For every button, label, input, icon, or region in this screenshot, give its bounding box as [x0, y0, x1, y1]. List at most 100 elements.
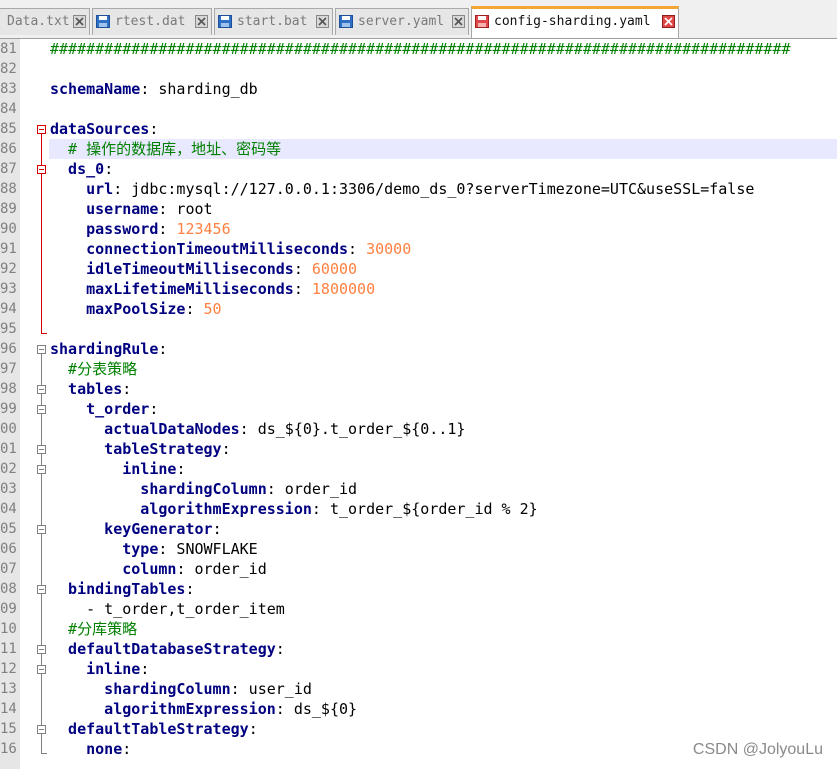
fold-toggle-icon[interactable] — [37, 525, 46, 534]
code-text: schemaName: sharding_db — [50, 79, 258, 99]
yaml-value: : — [104, 160, 114, 178]
tab-config-sharding-yaml[interactable]: config-sharding.yaml — [471, 6, 679, 38]
code-line[interactable]: 03 shardingColumn: order_id — [0, 479, 837, 499]
yaml-value: : — [140, 660, 150, 678]
line-number: 06 — [0, 541, 16, 557]
code-line[interactable]: 90 password: 123456 — [0, 219, 837, 239]
code-text: username: root — [50, 199, 212, 219]
code-line[interactable]: 01 tableStrategy: — [0, 439, 837, 459]
code-text: maxPoolSize: 50 — [50, 299, 221, 319]
code-line[interactable]: 14 algorithmExpression: ds_${0} — [0, 699, 837, 719]
code-line[interactable]: 83 schemaName: sharding_db — [0, 79, 837, 99]
tab-data-txt[interactable]: Data.txt — [0, 8, 90, 35]
tab-start-bat[interactable]: start.bat — [214, 8, 333, 35]
close-icon[interactable] — [195, 15, 208, 28]
code-line[interactable]: 08 bindingTables: — [0, 579, 837, 599]
yaml-key: column — [50, 560, 177, 578]
code-text: none: — [50, 739, 131, 759]
yaml-value: : — [221, 440, 231, 458]
fold-toggle-icon[interactable] — [37, 645, 46, 654]
close-icon[interactable] — [316, 15, 329, 28]
yaml-value: : — [176, 460, 186, 478]
line-number: 01 — [0, 441, 16, 457]
code-line[interactable]: 09 - t_order,t_order_item — [0, 599, 837, 619]
code-line[interactable]: 12 inline: — [0, 659, 837, 679]
close-icon[interactable] — [73, 15, 86, 28]
code-text: tables: — [50, 379, 131, 399]
unsaved-file-icon — [475, 15, 489, 28]
yaml-key: tables — [50, 380, 123, 398]
line-number: 89 — [0, 201, 16, 217]
code-line[interactable]: 87 ds_0: — [0, 159, 837, 179]
code-line[interactable]: 06 type: SNOWFLAKE — [0, 539, 837, 559]
yaml-key: username — [50, 200, 159, 218]
fold-toggle-icon[interactable] — [37, 125, 46, 134]
save-file-icon — [96, 15, 110, 28]
line-number: 05 — [0, 521, 16, 537]
code-line[interactable]: 93 maxLifetimeMilliseconds: 1800000 — [0, 279, 837, 299]
code-line[interactable]: 84 — [0, 99, 837, 119]
code-text: shardingRule: — [50, 339, 167, 359]
yaml-key: algorithmExpression — [50, 700, 276, 718]
code-line[interactable]: 95 — [0, 319, 837, 339]
fold-toggle-icon[interactable] — [37, 405, 46, 414]
fold-toggle-icon[interactable] — [37, 445, 46, 454]
code-line[interactable]: 15 defaultTableStrategy: — [0, 719, 837, 739]
yaml-key: schemaName — [50, 80, 141, 98]
fold-toggle-icon[interactable] — [37, 585, 46, 594]
code-line[interactable]: 96 shardingRule: — [0, 339, 837, 359]
code-line[interactable]: 02 inline: — [0, 459, 837, 479]
code-line[interactable]: 05 keyGenerator: — [0, 519, 837, 539]
code-line[interactable]: 00 actualDataNodes: ds_${0}.t_order_${0.… — [0, 419, 837, 439]
fold-toggle-icon[interactable] — [37, 665, 46, 674]
code-line[interactable]: 91 connectionTimeoutMilliseconds: 30000 — [0, 239, 837, 259]
code-line[interactable]: 99 t_order: — [0, 399, 837, 419]
yaml-key: password — [50, 220, 159, 238]
code-line[interactable]: 97 #分表策略 — [0, 359, 837, 379]
code-line[interactable]: 81 ######################################… — [0, 39, 837, 59]
code-line[interactable]: 85 dataSources: — [0, 119, 837, 139]
fold-toggle-icon[interactable] — [37, 165, 46, 174]
close-icon[interactable] — [662, 15, 675, 28]
code-line[interactable]: 82 — [0, 59, 837, 79]
code-line[interactable]: 07 column: order_id — [0, 559, 837, 579]
line-number: 87 — [0, 161, 16, 177]
code-line[interactable]: 98 tables: — [0, 379, 837, 399]
fold-toggle-icon[interactable] — [37, 345, 46, 354]
code-editor[interactable]: 81 ######################################… — [0, 39, 837, 769]
code-line[interactable]: 94 maxPoolSize: 50 — [0, 299, 837, 319]
code-line[interactable]: 13 shardingColumn: user_id — [0, 679, 837, 699]
line-number: 86 — [0, 141, 16, 157]
yaml-value: : — [293, 260, 312, 278]
yaml-key: bindingTables — [50, 580, 186, 598]
line-number: 96 — [0, 341, 16, 357]
line-number: 02 — [0, 461, 16, 477]
tab-server-yaml[interactable]: server.yaml — [335, 8, 469, 35]
yaml-value: : — [158, 220, 177, 238]
code-line[interactable]: 86 # 操作的数据库，地址、密码等 — [0, 139, 837, 159]
yaml-key: inline — [50, 660, 141, 678]
tab-rtest-dat[interactable]: rtest.dat — [92, 8, 212, 35]
fold-end-tick — [41, 753, 47, 754]
code-text: #分库策略 — [50, 619, 137, 639]
tab-label: config-sharding.yaml — [494, 14, 651, 29]
yaml-comment: #分库策略 — [50, 620, 138, 638]
code-text: # 操作的数据库，地址、密码等 — [50, 139, 281, 159]
code-line[interactable]: 10 #分库策略 — [0, 619, 837, 639]
code-line[interactable]: 11 defaultDatabaseStrategy: — [0, 639, 837, 659]
code-text: maxLifetimeMilliseconds: 1800000 — [50, 279, 375, 299]
yaml-key: inline — [50, 460, 177, 478]
yaml-value: : — [122, 740, 132, 758]
code-line[interactable]: 89 username: root — [0, 199, 837, 219]
line-number: 95 — [0, 321, 16, 337]
fold-toggle-icon[interactable] — [37, 385, 46, 394]
fold-toggle-icon[interactable] — [37, 725, 46, 734]
code-line[interactable]: 88 url: jdbc:mysql://127.0.0.1:3306/demo… — [0, 179, 837, 199]
yaml-key: type — [50, 540, 159, 558]
close-icon[interactable] — [452, 15, 465, 28]
fold-toggle-icon[interactable] — [37, 465, 46, 474]
code-text: dataSources: — [50, 119, 158, 139]
yaml-value: : ds_${0} — [275, 700, 358, 718]
code-line[interactable]: 04 algorithmExpression: t_order_${order_… — [0, 499, 837, 519]
code-line[interactable]: 92 idleTimeoutMilliseconds: 60000 — [0, 259, 837, 279]
